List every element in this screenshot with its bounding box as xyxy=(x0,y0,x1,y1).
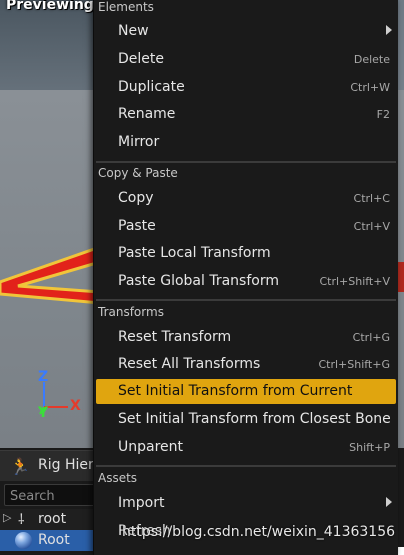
shortcut-label: Ctrl+Shift+G xyxy=(318,358,390,371)
tree-row-label: Root xyxy=(38,532,70,548)
shortcut-label: Ctrl+C xyxy=(353,192,390,205)
search-input[interactable] xyxy=(5,486,105,507)
menu-item-import[interactable]: Import xyxy=(96,491,396,516)
menu-item-copy[interactable]: Copy Ctrl+C xyxy=(96,186,396,211)
menu-item-paste[interactable]: Paste Ctrl+V xyxy=(96,214,396,239)
menu-item-set-initial-transform-from-closest-bone[interactable]: Set Initial Transform from Closest Bone xyxy=(96,407,396,432)
menu-item-paste-local-transform[interactable]: Paste Local Transform xyxy=(96,241,396,266)
axis-y-label: Y xyxy=(38,405,49,421)
context-menu: Elements New Delete Delete Duplicate Ctr… xyxy=(93,0,398,555)
menu-separator xyxy=(96,465,396,467)
menu-item-label: Duplicate xyxy=(118,79,185,95)
shortcut-label: Ctrl+G xyxy=(352,331,390,344)
running-figure-icon: 🏃 xyxy=(10,457,30,476)
control-arrow-shape xyxy=(0,244,102,305)
menu-item-label: Paste Local Transform xyxy=(118,245,271,261)
submenu-arrow-icon xyxy=(386,497,392,507)
menu-item-label: Copy xyxy=(118,190,154,206)
menu-item-rename[interactable]: Rename F2 xyxy=(96,102,396,127)
search-box[interactable] xyxy=(4,484,106,507)
menu-item-label: Reset All Transforms xyxy=(118,356,261,372)
menu-item-label: Paste Global Transform xyxy=(118,273,279,289)
menu-item-delete[interactable]: Delete Delete xyxy=(96,47,396,72)
control-sphere-icon xyxy=(15,532,32,549)
shortcut-label: Shift+P xyxy=(349,441,390,454)
section-header-assets: Assets xyxy=(98,471,138,485)
shortcut-label: Ctrl+W xyxy=(350,81,390,94)
menu-item-set-initial-transform-from-current[interactable]: Set Initial Transform from Current xyxy=(96,379,396,404)
shortcut-label: Delete xyxy=(353,53,390,66)
shortcut-label: Ctrl+V xyxy=(353,220,390,233)
watermark-text: https://blog.csdn.net/weixin_41363156 xyxy=(122,524,396,540)
section-header-elements: Elements xyxy=(98,0,154,14)
shortcut-label: Ctrl+Shift+V xyxy=(319,275,390,288)
menu-item-label: Set Initial Transform from Closest Bone xyxy=(118,411,391,427)
menu-item-mirror[interactable]: Mirror xyxy=(96,130,396,155)
section-header-copy-paste: Copy & Paste xyxy=(98,166,178,180)
menu-item-duplicate[interactable]: Duplicate Ctrl+W xyxy=(96,75,396,100)
section-header-transforms: Transforms xyxy=(98,305,164,319)
menu-item-label: Import xyxy=(118,495,165,511)
menu-separator xyxy=(96,299,396,301)
bone-node-icon: ⸸ xyxy=(18,512,25,528)
shortcut-label: F2 xyxy=(376,108,390,121)
axis-x-label: X xyxy=(70,398,81,414)
menu-item-label: Delete xyxy=(118,51,164,67)
menu-item-reset-transform[interactable]: Reset Transform Ctrl+G xyxy=(96,325,396,350)
menu-item-paste-global-transform[interactable]: Paste Global Transform Ctrl+Shift+V xyxy=(96,269,396,294)
tree-row-label: root xyxy=(38,511,67,527)
expand-caret-icon[interactable]: ▷ xyxy=(3,511,11,524)
menu-item-label: Mirror xyxy=(118,134,160,150)
axis-z-label: Z xyxy=(38,369,49,385)
menu-item-label: Reset Transform xyxy=(118,329,232,345)
menu-item-label: Unparent xyxy=(118,439,184,455)
menu-item-reset-all-transforms[interactable]: Reset All Transforms Ctrl+Shift+G xyxy=(96,352,396,377)
tab-rig-hierarchy-label: Rig Hier xyxy=(38,457,94,473)
submenu-arrow-icon xyxy=(386,25,392,35)
menu-item-label: Set Initial Transform from Current xyxy=(118,383,353,399)
menu-item-label: New xyxy=(118,23,149,39)
menu-item-label: Rename xyxy=(118,106,176,122)
menu-item-label: Paste xyxy=(118,218,156,234)
menu-item-new[interactable]: New xyxy=(96,19,396,44)
menu-separator xyxy=(96,161,396,163)
menu-item-unparent[interactable]: Unparent Shift+P xyxy=(96,435,396,460)
